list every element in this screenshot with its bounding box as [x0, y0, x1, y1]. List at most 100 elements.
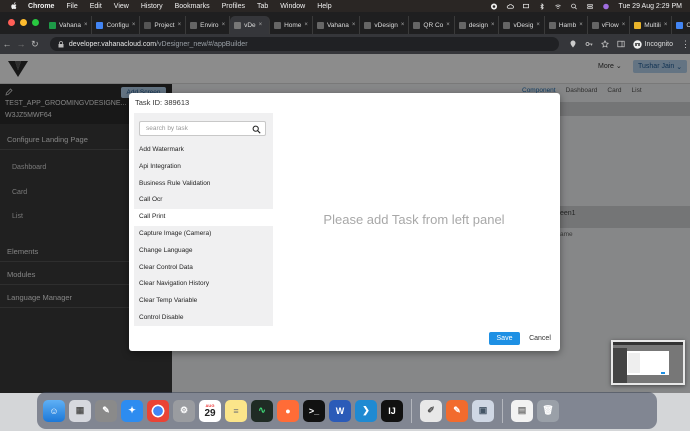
task-list-item[interactable]: Call Print	[134, 209, 273, 226]
browser-tab[interactable]: Home ×	[270, 16, 313, 34]
tab-favicon-icon	[190, 21, 198, 29]
menu-edit[interactable]: Edit	[90, 3, 102, 10]
screen-mirror-icon[interactable]	[522, 3, 530, 10]
save-button[interactable]: Save	[489, 332, 520, 345]
tab-close-icon[interactable]: ×	[352, 22, 356, 28]
close-window-button[interactable]	[8, 19, 15, 26]
browser-tab[interactable]: vDesig ×	[499, 16, 545, 34]
textedit-icon[interactable]: ✐	[420, 399, 442, 422]
tab-close-icon[interactable]: ×	[259, 22, 263, 28]
forward-arrow-icon[interactable]: →	[14, 39, 28, 49]
tab-favicon-icon	[144, 21, 152, 29]
task-list-item[interactable]: Clear Navigation History	[134, 276, 273, 293]
task-list-item[interactable]: Business Rule Validation	[134, 176, 273, 193]
browser-tab[interactable]: Enviro ×	[186, 16, 231, 34]
menu-tab[interactable]: Tab	[257, 3, 268, 10]
vscode-icon[interactable]: ❯	[355, 399, 377, 422]
activity-monitor-icon[interactable]: ∿	[251, 399, 273, 422]
trash-icon[interactable]: 🗑	[537, 399, 559, 422]
bluetooth-icon[interactable]	[538, 2, 546, 10]
tab-close-icon[interactable]: ×	[132, 22, 136, 28]
back-arrow-icon[interactable]: ←	[0, 39, 14, 49]
tab-close-icon[interactable]: ×	[304, 22, 308, 28]
launchpad-icon[interactable]: ▦	[69, 399, 91, 422]
notes-app-icon[interactable]: ✎	[95, 399, 117, 422]
postman-icon[interactable]: ●	[277, 399, 299, 422]
tab-close-icon[interactable]: ×	[222, 22, 226, 28]
task-list-item[interactable]: Add Watermark	[134, 142, 273, 159]
task-list-item[interactable]: Clear Temp Variable	[134, 293, 273, 310]
tab-close-icon[interactable]: ×	[491, 22, 495, 28]
task-search-input[interactable]	[146, 125, 246, 132]
browser-tab[interactable]: vDe ×	[230, 16, 271, 34]
screenshot-thumbnail[interactable]	[611, 340, 685, 385]
tab-close-icon[interactable]: ×	[664, 22, 668, 28]
settings-icon[interactable]: ⚙	[173, 399, 195, 422]
wifi-icon[interactable]	[554, 3, 562, 10]
github-icon[interactable]	[490, 2, 498, 10]
calendar-icon[interactable]: AUG 29	[199, 399, 221, 422]
lock-icon[interactable]	[58, 40, 64, 48]
browser-tab[interactable]: Vahana ×	[313, 16, 361, 34]
browser-tab[interactable]: QR Co ×	[409, 16, 455, 34]
task-list-item[interactable]: Call Ocr	[134, 192, 273, 209]
tab-close-icon[interactable]: ×	[579, 22, 583, 28]
notes-icon[interactable]: ≡	[225, 399, 247, 422]
tab-close-icon[interactable]: ×	[84, 22, 88, 28]
tab-close-icon[interactable]: ×	[622, 22, 626, 28]
browser-tab[interactable]: Project ×	[140, 16, 187, 34]
browser-tab[interactable]: Multili ×	[630, 16, 673, 34]
menu-window[interactable]: Window	[280, 3, 305, 10]
menu-profiles[interactable]: Profiles	[222, 3, 245, 10]
menubar-datetime[interactable]: Tue 29 Aug 2:29 PM	[618, 3, 682, 10]
control-center-icon[interactable]	[586, 3, 594, 10]
siri-icon[interactable]	[602, 3, 610, 10]
maximize-window-button[interactable]	[32, 19, 39, 26]
browser-tab[interactable]: Copy D×	[672, 16, 690, 34]
documents-icon[interactable]: ▤	[511, 399, 533, 422]
menu-view[interactable]: View	[114, 3, 129, 10]
sidebar-panel-icon[interactable]	[617, 40, 625, 48]
task-list-item[interactable]: Api Integration	[134, 159, 273, 176]
apple-icon[interactable]	[10, 2, 18, 10]
finder-icon[interactable]: ☺	[43, 399, 65, 422]
key-icon[interactable]	[585, 40, 593, 48]
browser-tab[interactable]: Hamb ×	[545, 16, 588, 34]
task-list-item[interactable]: Clear Control Data	[134, 260, 273, 277]
menu-bookmarks[interactable]: Bookmarks	[175, 3, 210, 10]
menu-file[interactable]: File	[66, 3, 77, 10]
menu-app-name[interactable]: Chrome	[28, 3, 54, 10]
chrome-icon[interactable]	[147, 399, 169, 422]
browser-tab[interactable]: design ×	[455, 16, 500, 34]
incognito-indicator[interactable]: Incognito	[632, 39, 673, 49]
safari-icon[interactable]: ✦	[121, 399, 143, 422]
browser-tab[interactable]: Configu ×	[92, 16, 141, 34]
menu-history[interactable]: History	[141, 3, 163, 10]
cancel-button[interactable]: Cancel	[526, 332, 554, 345]
browser-tab[interactable]: Vahana ×	[45, 16, 93, 34]
search-icon[interactable]	[570, 3, 578, 10]
address-bar[interactable]: developer.vahanacloud.com/vDesigner_new/…	[49, 37, 559, 51]
tab-close-icon[interactable]: ×	[401, 22, 405, 28]
browser-menu-icon[interactable]: ⋮	[681, 39, 690, 50]
task-list-item[interactable]: Capture Image (Camera)	[134, 226, 273, 243]
browser-tab[interactable]: vDesign ×	[360, 16, 410, 34]
preview-icon[interactable]: ▣	[472, 399, 494, 422]
cloud-icon[interactable]	[506, 3, 515, 10]
sketch-icon[interactable]: ✎	[446, 399, 468, 422]
minimize-window-button[interactable]	[20, 19, 27, 26]
reload-icon[interactable]: ↻	[28, 39, 42, 50]
location-icon[interactable]	[569, 40, 577, 48]
tab-close-icon[interactable]: ×	[446, 22, 450, 28]
task-list-item[interactable]: Change Language	[134, 243, 273, 260]
tab-close-icon[interactable]: ×	[178, 22, 182, 28]
tab-close-icon[interactable]: ×	[536, 22, 540, 28]
intellij-icon[interactable]: IJ	[381, 399, 403, 422]
task-list-item[interactable]: Control Disable	[134, 310, 273, 326]
search-icon[interactable]	[252, 125, 261, 134]
browser-tab[interactable]: vFlow ×	[588, 16, 631, 34]
word-icon[interactable]: W	[329, 399, 351, 422]
bookmark-star-icon[interactable]	[600, 40, 609, 48]
terminal-icon[interactable]: >_	[303, 399, 325, 422]
menu-help[interactable]: Help	[317, 3, 331, 10]
